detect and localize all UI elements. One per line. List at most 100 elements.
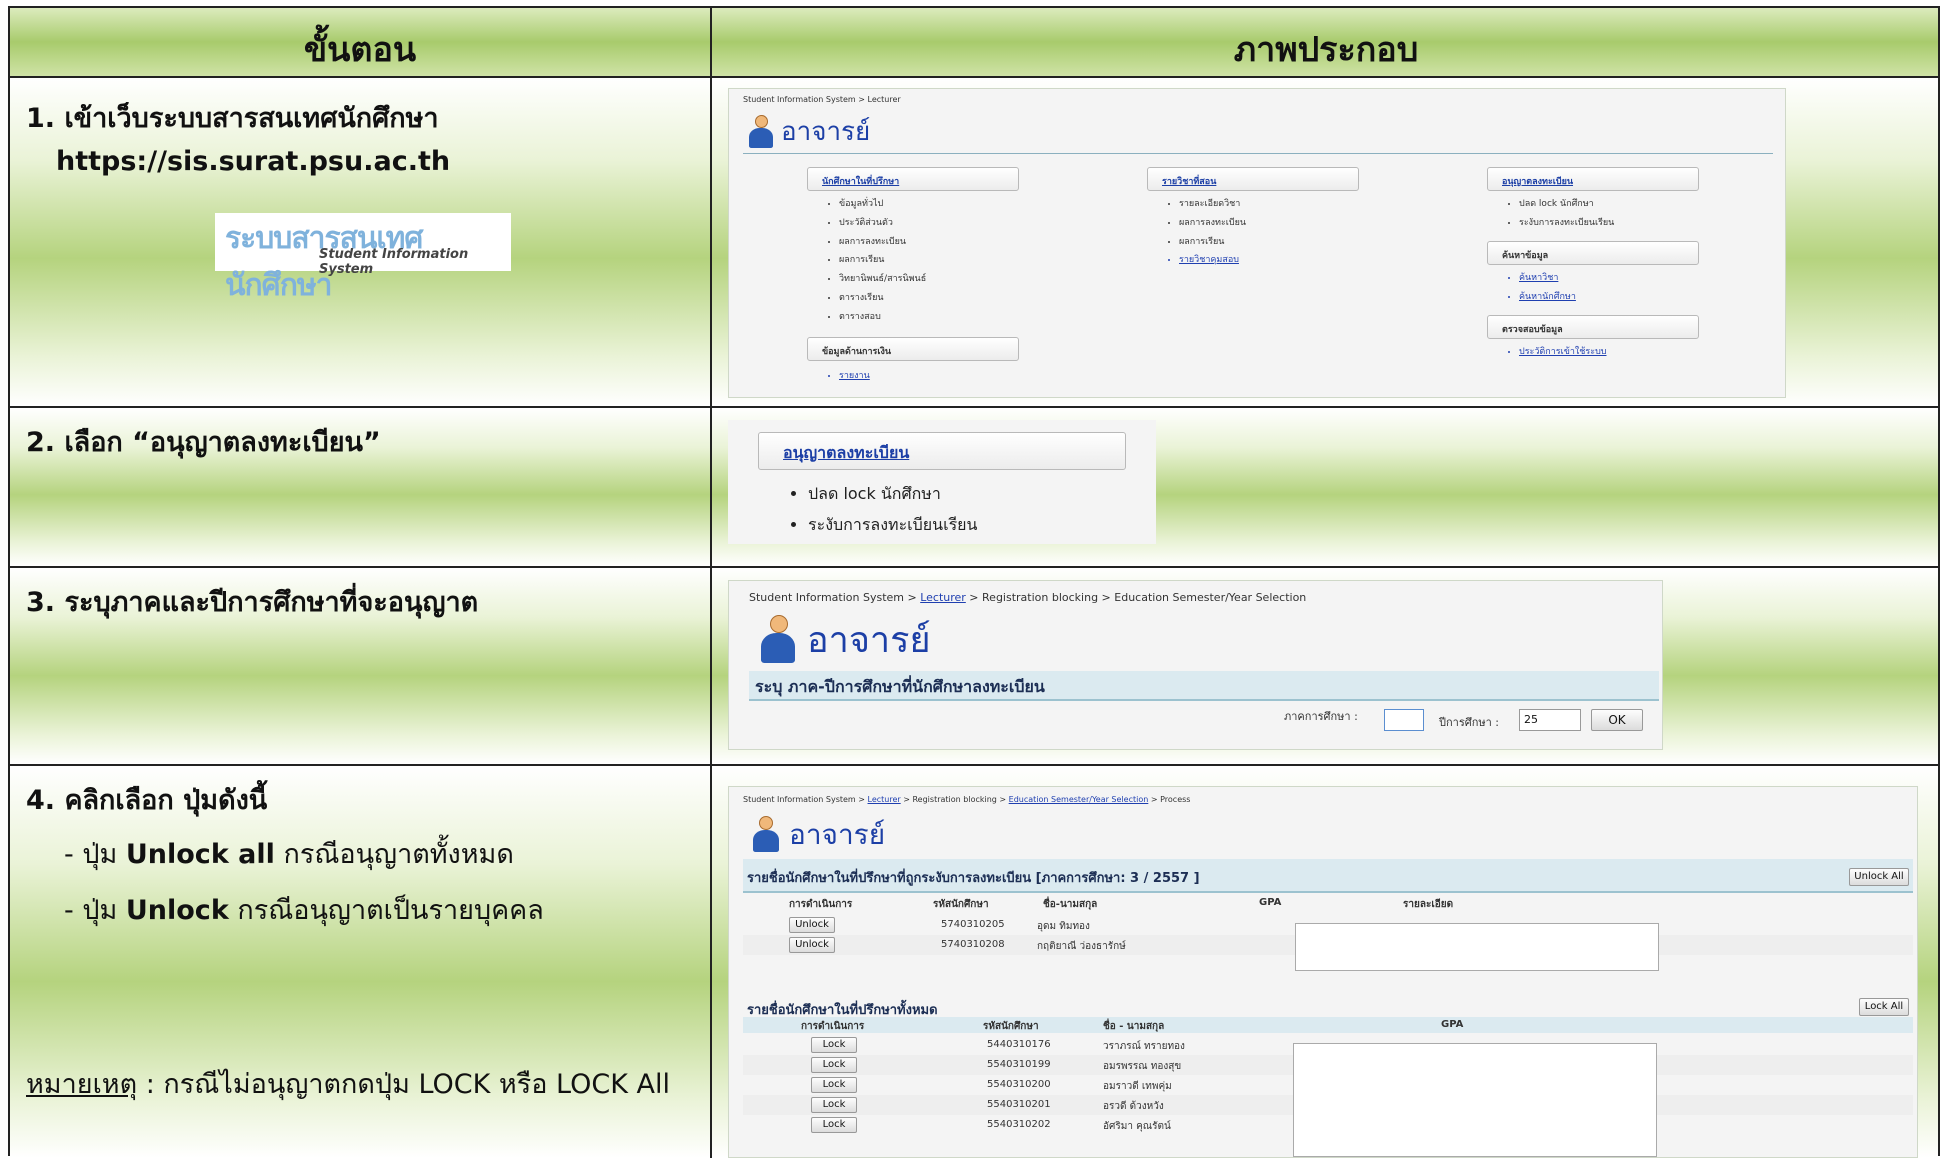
semester-input[interactable] <box>1384 709 1424 731</box>
menu-header-registration-permit[interactable]: อนุญาตลงทะเบียน <box>758 432 1126 470</box>
semester-select-screenshot: Student Information System > Lecturer > … <box>728 580 1663 750</box>
step-4-note: หมายเหตุ : กรณีไม่อนุญาตกดปุ่ม LOCK หรือ… <box>26 1069 670 1100</box>
lock-all-button[interactable]: Lock All <box>1859 998 1909 1016</box>
all-table-header: การดำเนินการ รหัสนักศึกษา ชื่อ - นามสกุล… <box>743 1017 1913 1033</box>
step-1-url[interactable]: https://sis.surat.psu.ac.th <box>56 146 450 177</box>
menu-item[interactable]: ประวัติการเข้าใช้ระบบ <box>1519 343 1607 362</box>
menu-list-check: ประวัติการเข้าใช้ระบบ <box>1519 343 1607 362</box>
menu-item[interactable]: ข้อมูลทั่วไป <box>839 195 926 214</box>
breadcrumb: Student Information System > Lecturer > … <box>743 795 1191 804</box>
step-3-row: 3. ระบุภาคและปีการศึกษาที่จะอนุญาต Stude… <box>10 568 1938 766</box>
breadcrumb-lecturer-link[interactable]: Lecturer <box>868 795 901 804</box>
menu-item[interactable]: วิทยานิพนธ์/สารนิพนธ์ <box>839 270 926 289</box>
registration-permit-list: ปลด lock นักศึกษาระงับการลงทะเบียนเรียน <box>808 478 978 540</box>
menu-item[interactable]: ผลการลงทะเบียน <box>839 233 926 252</box>
step-4-row: 4. คลิกเลือก ปุ่มดังนี้ - ปุ่ม Unlock al… <box>10 766 1938 1158</box>
menu-item[interactable]: ตารางสอบ <box>839 308 926 327</box>
step-4-unlock-line: - ปุ่ม Unlock กรณีอนุญาตเป็นรายบุคคล <box>64 895 544 926</box>
menu-header-finance: ข้อมูลด้านการเงิน <box>807 337 1019 361</box>
unlock-all-button[interactable]: Unlock All <box>1849 868 1909 886</box>
table-header: ขั้นตอน ภาพประกอบ <box>10 8 1938 78</box>
header-illustration: ภาพประกอบ <box>1233 30 1419 70</box>
menu-list-advisees: ข้อมูลทั่วไปประวัติส่วนตัวผลการลงทะเบียน… <box>839 195 926 327</box>
detail-textbox[interactable] <box>1295 923 1659 971</box>
detail-textbox[interactable] <box>1293 1043 1657 1157</box>
student-name: อรวดี ด้วงหวัง <box>1103 1101 1164 1112</box>
menu-item[interactable]: ตารางเรียน <box>839 289 926 308</box>
semester-label: ภาคการศึกษา : <box>1284 710 1358 723</box>
menu-header-courses[interactable]: รายวิชาที่สอน <box>1147 167 1359 191</box>
menu-list-search: ค้นหาวิชาค้นหานักศึกษา <box>1519 269 1576 307</box>
registration-permit-screenshot: อนุญาตลงทะเบียน ปลด lock นักศึกษาระงับกา… <box>728 420 1156 544</box>
menu-item[interactable]: ระงับการลงทะเบียนเรียน <box>808 509 978 540</box>
student-name: อมราวดี เทพคุ่ม <box>1103 1081 1172 1092</box>
student-id: 5440310176 <box>987 1039 1051 1050</box>
student-name: อัศริมา คุณรัตน์ <box>1103 1121 1171 1132</box>
menu-item[interactable]: ค้นหานักศึกษา <box>1519 288 1576 307</box>
menu-item[interactable]: ผลการลงทะเบียน <box>1179 214 1246 233</box>
student-name: วราภรณ์ ทรายทอง <box>1103 1041 1185 1052</box>
step-2-row: 2. เลือก “อนุญาตลงทะเบียน” อนุญาตลงทะเบี… <box>10 408 1938 568</box>
year-input[interactable]: 25 <box>1519 709 1581 731</box>
lecturer-menu-screenshot: Student Information System > Lecturer อา… <box>728 88 1786 398</box>
step-2-title: 2. เลือก “อนุญาตลงทะเบียน” <box>26 427 381 458</box>
menu-list-registration-permit: ปลด lock นักศึกษาระงับการลงทะเบียนเรียน <box>1519 195 1614 233</box>
lecturer-icon <box>747 114 775 149</box>
step-1-row: 1. เข้าเว็บระบบสารสนเทศนักศึกษา https://… <box>10 78 1938 408</box>
student-id: 5540310200 <box>987 1079 1051 1090</box>
lock-button[interactable]: Lock <box>811 1057 857 1073</box>
student-name: อุดม ทิมทอง <box>1037 921 1090 932</box>
semester-subtitle: ระบุ ภาค-ปีการศึกษาที่นักศึกษาลงทะเบียน <box>749 671 1659 701</box>
menu-item[interactable]: ปลด lock นักศึกษา <box>1519 195 1614 214</box>
year-label: ปีการศึกษา : <box>1439 716 1500 729</box>
menu-header-search: ค้นหาข้อมูล <box>1487 241 1699 265</box>
process-screenshot: Student Information System > Lecturer > … <box>728 786 1918 1158</box>
breadcrumb: Student Information System > Lecturer <box>743 95 901 104</box>
menu-item[interactable]: รายงาน <box>839 367 870 385</box>
header-steps: ขั้นตอน <box>303 30 417 70</box>
page-title: อาจารย์ <box>751 813 885 857</box>
menu-header-registration-permit[interactable]: อนุญาตลงทะเบียน <box>1487 167 1699 191</box>
unlock-button[interactable]: Unlock <box>789 917 835 933</box>
student-name: กฤติยาณี ว่องธารักษ์ <box>1037 941 1126 952</box>
sis-logo: ระบบสารสนเทศนักศึกษา Student Information… <box>215 213 511 303</box>
lecturer-icon <box>759 614 797 665</box>
sis-logo-sub: Student Information System <box>319 247 469 277</box>
breadcrumb-lecturer-link[interactable]: Lecturer <box>920 591 966 604</box>
menu-list-courses: รายละเอียดวิชาผลการลงทะเบียนผลการเรียนรา… <box>1179 195 1246 270</box>
ok-button[interactable]: OK <box>1591 709 1643 731</box>
page-title: อาจารย์ <box>759 611 931 668</box>
all-students-section: รายชื่อนักศึกษาในที่ปรึกษาทั้งหมด <box>747 1003 938 1018</box>
menu-header-advisees[interactable]: นักศึกษาในที่ปรึกษา <box>807 167 1019 191</box>
lock-button[interactable]: Lock <box>811 1077 857 1093</box>
menu-item[interactable]: ค้นหาวิชา <box>1519 269 1576 288</box>
lock-button[interactable]: Lock <box>811 1037 857 1053</box>
lock-button[interactable]: Lock <box>811 1097 857 1113</box>
menu-item[interactable]: ผลการเรียน <box>839 251 926 270</box>
menu-header-check: ตรวจสอบข้อมูล <box>1487 315 1699 339</box>
instruction-table: ขั้นตอน ภาพประกอบ 1. เข้าเว็บระบบสารสนเท… <box>8 6 1940 1158</box>
lock-button[interactable]: Lock <box>811 1117 857 1133</box>
menu-item[interactable]: ปลด lock นักศึกษา <box>808 478 978 509</box>
student-id: 5740310205 <box>941 919 1005 930</box>
unlock-button[interactable]: Unlock <box>789 937 835 953</box>
step-1-title: 1. เข้าเว็บระบบสารสนเทศนักศึกษา <box>26 103 439 134</box>
menu-item[interactable]: ระงับการลงทะเบียนเรียน <box>1519 214 1614 233</box>
student-id: 5540310201 <box>987 1099 1051 1110</box>
menu-item[interactable]: ผลการเรียน <box>1179 233 1246 252</box>
title-rule <box>743 153 1773 154</box>
blocked-students-section: รายชื่อนักศึกษาในที่ปรึกษาที่ถูกระงับการ… <box>743 859 1913 893</box>
page-title: อาจารย์ <box>747 111 870 152</box>
breadcrumb-semester-link[interactable]: Education Semester/Year Selection <box>1009 795 1149 804</box>
menu-item[interactable]: รายวิชาคุมสอบ <box>1179 251 1246 270</box>
student-id: 5540310202 <box>987 1119 1051 1130</box>
menu-item[interactable]: ประวัติส่วนตัว <box>839 214 926 233</box>
step-4-unlock-all-line: - ปุ่ม Unlock all กรณีอนุญาตทั้งหมด <box>64 839 514 870</box>
menu-list-finance: รายงาน <box>839 367 870 385</box>
menu-item[interactable]: รายละเอียดวิชา <box>1179 195 1246 214</box>
step-3-title: 3. ระบุภาคและปีการศึกษาที่จะอนุญาต <box>26 587 479 618</box>
student-id: 5540310199 <box>987 1059 1051 1070</box>
student-name: อมรพรรณ ทองสุข <box>1103 1061 1182 1072</box>
step-4-title: 4. คลิกเลือก ปุ่มดังนี้ <box>26 785 268 816</box>
breadcrumb: Student Information System > Lecturer > … <box>749 591 1307 604</box>
